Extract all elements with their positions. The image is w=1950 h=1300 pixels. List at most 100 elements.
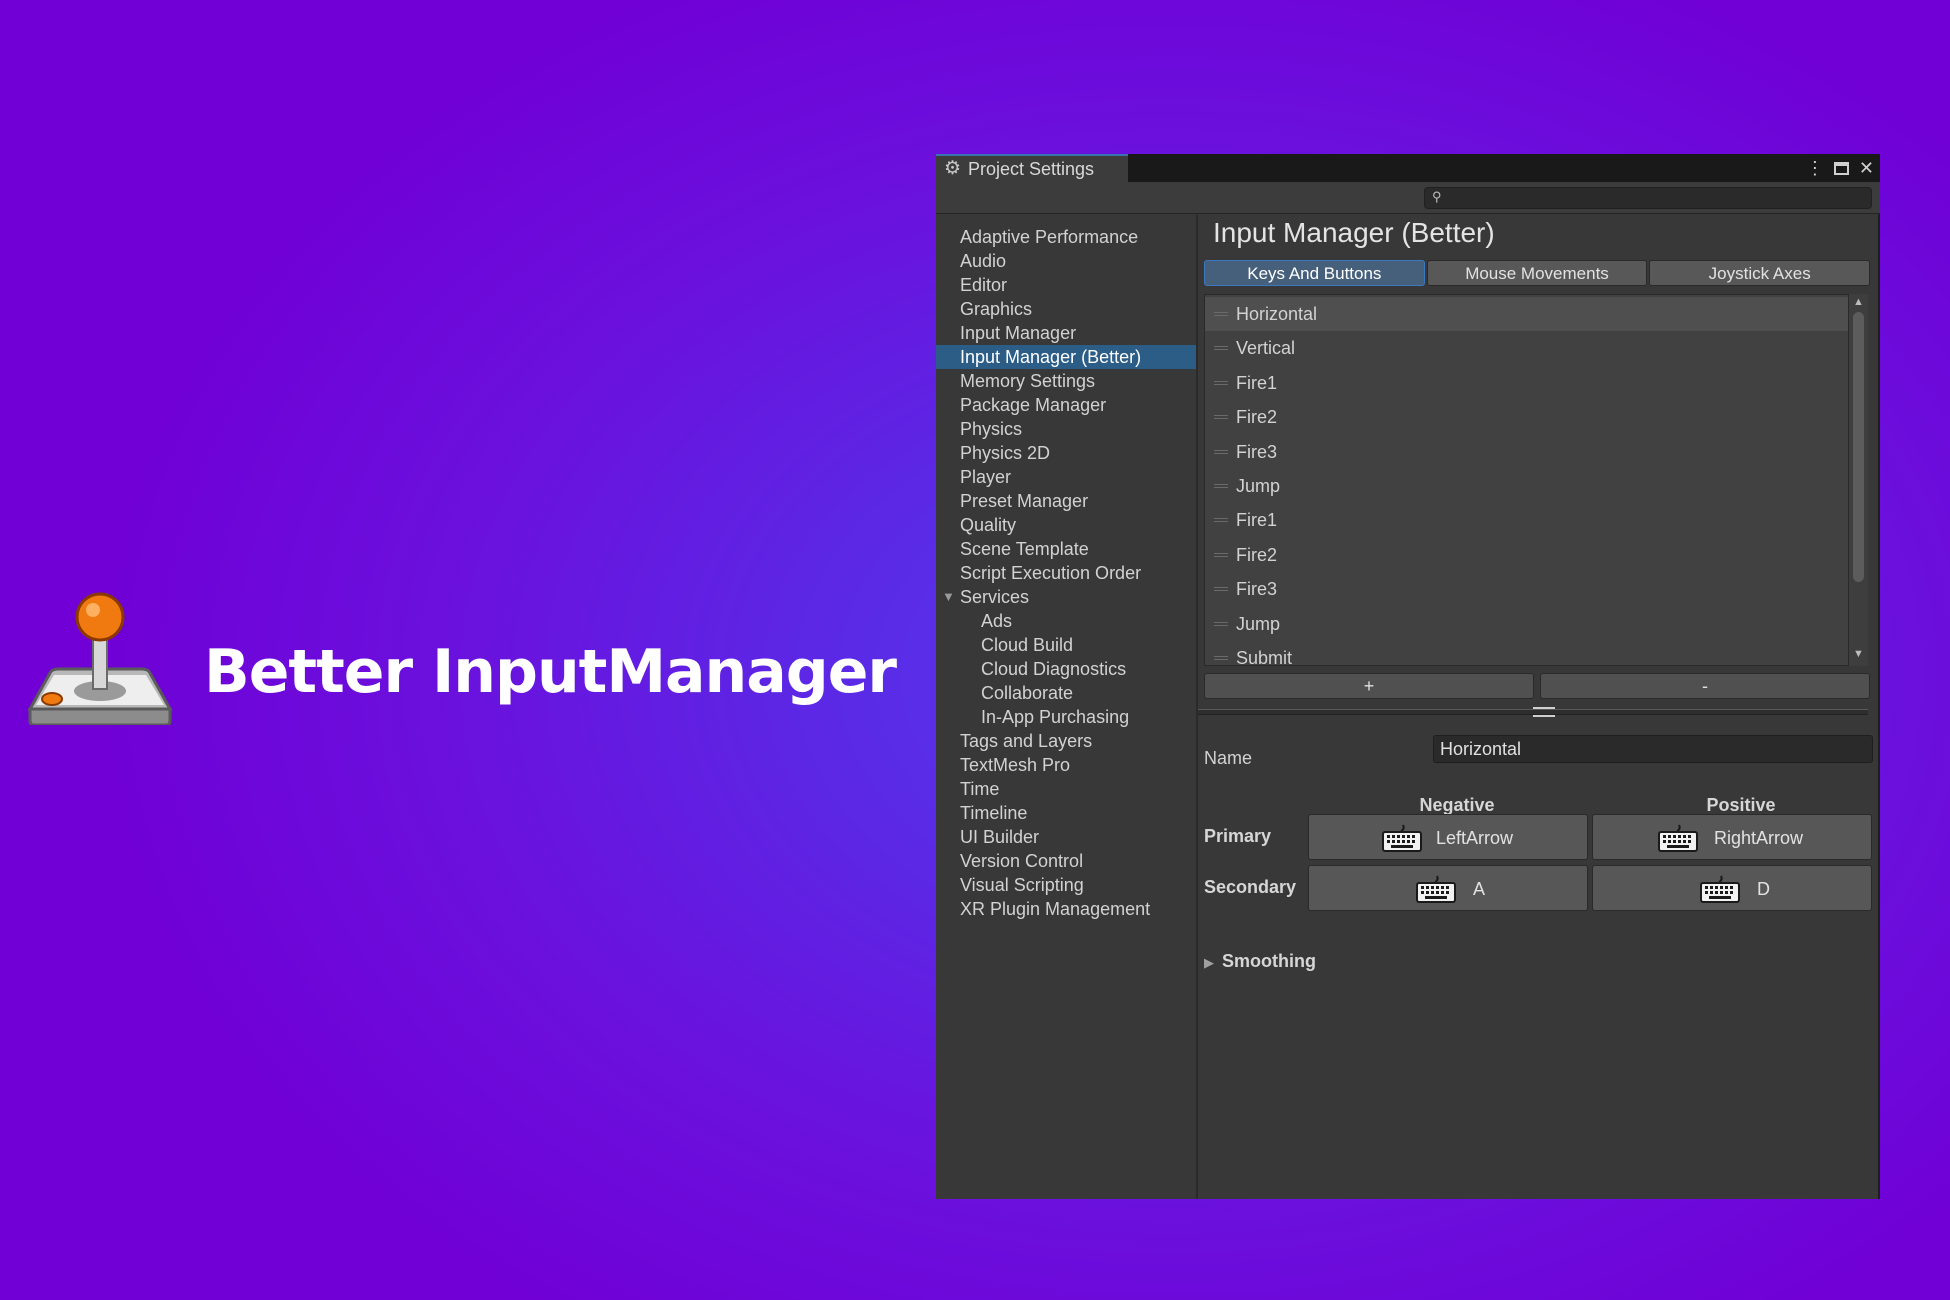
sidebar-item[interactable]: Version Control <box>936 849 1196 873</box>
search-input[interactable]: ⚲ <box>1424 187 1872 209</box>
axis-list-item[interactable]: Fire1 <box>1205 366 1848 400</box>
negative-header: Negative <box>1419 795 1495 815</box>
tab-joystick-axes[interactable]: Joystick Axes <box>1649 260 1871 286</box>
primary-negative-key-button[interactable]: LeftArrow <box>1308 814 1588 860</box>
drag-handle-icon[interactable] <box>1214 484 1228 488</box>
sidebar-item[interactable]: Quality <box>936 513 1196 537</box>
window-tab[interactable]: ⚙ Project Settings <box>936 154 1128 182</box>
sidebar-item[interactable]: Visual Scripting <box>936 873 1196 897</box>
sidebar-item[interactable]: Input Manager (Better) <box>936 345 1196 369</box>
sidebar-item[interactable]: Cloud Build <box>936 633 1196 657</box>
axis-list-item[interactable]: Fire3 <box>1205 435 1848 469</box>
sidebar-item[interactable]: Ads <box>936 609 1196 633</box>
drag-handle-icon[interactable] <box>1214 346 1228 351</box>
axis-name: Submit <box>1236 648 1293 666</box>
sidebar-item-label: Preset Manager <box>960 491 1089 511</box>
tab-bar: Keys And Buttons Mouse Movements Joystic… <box>1204 260 1871 286</box>
page-title: Input Manager (Better) <box>1213 217 1495 248</box>
drag-handle-icon[interactable] <box>1214 449 1228 454</box>
drag-handle-icon[interactable] <box>1214 621 1228 626</box>
hero-banner: Better InputManager <box>24 575 897 725</box>
sidebar-item[interactable]: Audio <box>936 249 1196 273</box>
sidebar-item[interactable]: XR Plugin Management <box>936 897 1196 921</box>
sidebar-item[interactable]: In-App Purchasing <box>936 705 1196 729</box>
axis-list-item[interactable]: Fire1 <box>1205 503 1848 537</box>
primary-positive-key-button[interactable]: RightArrow <box>1592 814 1872 860</box>
expand-arrow-icon[interactable]: ▼ <box>942 585 955 609</box>
drag-handle-icon[interactable] <box>1214 380 1228 385</box>
sidebar-item-label: In-App Purchasing <box>981 707 1130 727</box>
sidebar-item[interactable]: TextMesh Pro <box>936 753 1196 777</box>
secondary-label: Secondary <box>1204 877 1297 897</box>
resize-handle[interactable] <box>1533 707 1555 717</box>
sidebar-item[interactable]: Editor <box>936 273 1196 297</box>
sidebar-item[interactable]: Input Manager <box>936 321 1196 345</box>
sidebar-item[interactable]: Physics 2D <box>936 441 1196 465</box>
sidebar-item[interactable]: Cloud Diagnostics <box>936 657 1196 681</box>
kebab-menu-icon[interactable]: ⋮ <box>1806 158 1824 178</box>
key-label: A <box>1473 879 1486 899</box>
sidebar-item[interactable]: ▼ Services <box>936 585 1196 609</box>
add-axis-button[interactable]: + <box>1204 673 1534 699</box>
toolbar: ⚲ <box>936 182 1880 214</box>
positive-header: Positive <box>1706 795 1776 815</box>
axis-list-item[interactable]: Jump <box>1205 469 1848 503</box>
sidebar-item[interactable]: Graphics <box>936 297 1196 321</box>
sidebar-item[interactable]: UI Builder <box>936 825 1196 849</box>
axis-list-item[interactable]: Fire2 <box>1205 400 1848 434</box>
axis-list-item[interactable]: Fire2 <box>1205 538 1848 572</box>
maximize-icon[interactable] <box>1833 161 1849 175</box>
sidebar-item[interactable]: Physics <box>936 417 1196 441</box>
axis-list-item[interactable]: Vertical <box>1205 331 1848 365</box>
search-icon: ⚲ <box>1432 189 1442 204</box>
drag-handle-icon[interactable] <box>1214 518 1228 523</box>
scroll-down-icon[interactable]: ▼ <box>1853 648 1864 660</box>
axis-name: Fire2 <box>1236 407 1278 428</box>
axis-list-item[interactable]: Horizontal <box>1205 297 1848 331</box>
sidebar-item[interactable]: Package Manager <box>936 393 1196 417</box>
sidebar-item[interactable]: Collaborate <box>936 681 1196 705</box>
keyboard-icon <box>1658 824 1698 852</box>
drag-handle-icon[interactable] <box>1214 415 1228 420</box>
sidebar-item[interactable]: Scene Template <box>936 537 1196 561</box>
axis-list-item[interactable]: Submit <box>1205 641 1848 666</box>
sidebar-item[interactable]: Time <box>936 777 1196 801</box>
sidebar-item-label: Graphics <box>960 299 1033 319</box>
smoothing-foldout[interactable]: ▶ Smoothing <box>1204 951 1316 972</box>
scroll-thumb[interactable] <box>1853 312 1864 582</box>
name-field[interactable]: Horizontal <box>1433 735 1873 763</box>
joystick-icon <box>27 592 173 725</box>
sidebar-item-label: Cloud Build <box>981 635 1074 655</box>
drag-handle-icon[interactable] <box>1214 312 1228 316</box>
sidebar-item[interactable]: Script Execution Order <box>936 561 1196 585</box>
tab-mouse-movements[interactable]: Mouse Movements <box>1426 260 1648 286</box>
remove-axis-button[interactable]: - <box>1540 673 1870 699</box>
drag-handle-icon[interactable] <box>1214 656 1228 660</box>
sidebar-item-label: Scene Template <box>960 539 1089 559</box>
gear-icon: ⚙ <box>944 158 962 179</box>
axis-list-item[interactable]: Fire3 <box>1205 572 1848 606</box>
sidebar-item[interactable]: Memory Settings <box>936 369 1196 393</box>
scroll-up-icon[interactable]: ▲ <box>1853 296 1864 308</box>
sidebar-item[interactable]: Adaptive Performance <box>936 225 1196 249</box>
sidebar-item[interactable]: Player <box>936 465 1196 489</box>
axis-name: Jump <box>1236 613 1281 634</box>
sidebar-item[interactable]: Preset Manager <box>936 489 1196 513</box>
secondary-positive-key-button[interactable]: D <box>1592 865 1872 911</box>
sidebar-item-label: Memory Settings <box>960 371 1096 391</box>
project-settings-window: ⚙ Project Settings ⋮ ✕ ⚲ Adaptive Perfor… <box>936 154 1880 1199</box>
tab-keys-and-buttons[interactable]: Keys And Buttons <box>1204 260 1425 286</box>
sidebar-item[interactable]: Tags and Layers <box>936 729 1196 753</box>
drag-handle-icon[interactable] <box>1214 587 1228 592</box>
axis-list-item[interactable]: Jump <box>1205 607 1848 641</box>
drag-handle-icon[interactable] <box>1214 552 1228 557</box>
add-remove-bar: + - <box>1204 673 1870 699</box>
secondary-negative-key-button[interactable]: A <box>1308 865 1588 911</box>
axes-scrollbar[interactable]: ▲ ▼ <box>1849 294 1868 666</box>
axis-name: Fire3 <box>1236 579 1278 600</box>
sidebar-item[interactable]: Timeline <box>936 801 1196 825</box>
sidebar-item-label: Services <box>960 587 1030 607</box>
axis-name: Fire3 <box>1236 441 1278 462</box>
window-controls: ⋮ ✕ <box>1806 156 1874 180</box>
close-icon[interactable]: ✕ <box>1859 158 1874 178</box>
